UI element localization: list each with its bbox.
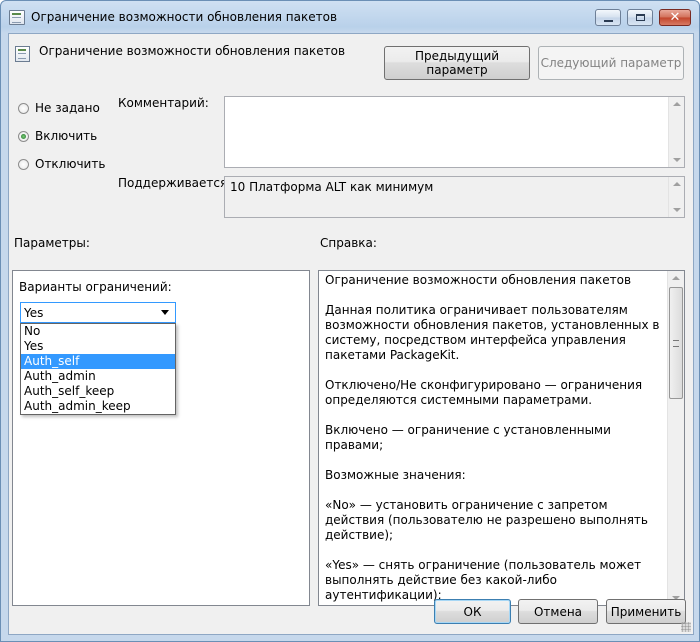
restriction-dropdown-list: No Yes Auth_self Auth_admin Auth_self_ke…: [20, 323, 176, 415]
comment-field[interactable]: [224, 96, 685, 168]
help-text: Ограничение возможности обновления пакет…: [325, 273, 660, 602]
combo-label: Варианты ограничений:: [19, 280, 172, 294]
previous-setting-button[interactable]: Предыдущий параметр: [384, 46, 530, 80]
comment-label: Комментарий:: [118, 96, 209, 110]
cancel-button[interactable]: Отмена: [518, 599, 598, 624]
policy-dialog-window: Ограничение возможности обновления пакет…: [0, 0, 700, 642]
window-title: Ограничение возможности обновления пакет…: [31, 10, 338, 24]
help-section-label: Справка:: [320, 236, 377, 250]
policy-settings-icon: [9, 10, 25, 25]
close-icon: ✕: [669, 10, 681, 25]
minimize-button[interactable]: [595, 9, 621, 26]
resize-grip-icon[interactable]: [681, 622, 691, 632]
help-scrollbar[interactable]: [667, 271, 684, 605]
dropdown-option[interactable]: Auth_admin: [21, 369, 175, 384]
radio-disabled[interactable]: Отключить: [18, 157, 105, 171]
radio-button[interactable]: [18, 158, 29, 170]
close-button[interactable]: ✕: [659, 9, 691, 26]
dropdown-option[interactable]: Auth_admin_keep: [21, 399, 175, 414]
scroll-down-icon[interactable]: [673, 158, 681, 162]
scroll-up-icon[interactable]: [673, 102, 681, 106]
scroll-up-icon[interactable]: [672, 276, 680, 280]
radio-label: Включить: [35, 129, 98, 143]
radio-enabled[interactable]: Включить: [18, 129, 97, 143]
ok-button[interactable]: ОК: [434, 599, 511, 624]
comment-scrollbar[interactable]: [668, 97, 684, 167]
scroll-up-icon[interactable]: [673, 182, 681, 186]
radio-label: Отключить: [35, 157, 106, 171]
restriction-combo[interactable]: Yes: [20, 302, 176, 323]
supported-field: 10 Платформа ALT как минимум: [224, 176, 685, 218]
dropdown-option-highlighted[interactable]: Auth_self: [21, 354, 175, 369]
apply-button[interactable]: Применить: [606, 599, 686, 624]
radio-not-configured[interactable]: Не задано: [18, 101, 100, 115]
scroll-thumb[interactable]: [669, 287, 683, 399]
params-section-label: Параметры:: [14, 236, 90, 250]
radio-label: Не задано: [35, 101, 100, 115]
policy-settings-icon: [15, 46, 30, 62]
minimize-icon: [603, 19, 613, 22]
supported-label: Поддерживается:: [118, 176, 232, 190]
help-panel: Ограничение возможности обновления пакет…: [318, 270, 685, 606]
params-panel: Варианты ограничений: Yes No Yes Auth_se…: [12, 270, 310, 606]
scroll-down-icon[interactable]: [673, 208, 681, 212]
dropdown-option[interactable]: Yes: [21, 339, 175, 354]
maximize-button[interactable]: [627, 9, 653, 26]
title-bar[interactable]: Ограничение возможности обновления пакет…: [1, 1, 699, 33]
dialog-body: Ограничение возможности обновления пакет…: [8, 33, 694, 635]
supported-scrollbar[interactable]: [668, 177, 684, 217]
supported-value: 10 Платформа ALT как минимум: [230, 180, 434, 194]
policy-title: Ограничение возможности обновления пакет…: [39, 44, 346, 58]
dropdown-option[interactable]: No: [21, 324, 175, 339]
chevron-down-icon[interactable]: [161, 310, 169, 315]
combo-value: Yes: [24, 305, 44, 320]
radio-button-checked[interactable]: [18, 130, 29, 142]
dropdown-option[interactable]: Auth_self_keep: [21, 384, 175, 399]
radio-button[interactable]: [18, 102, 29, 114]
next-setting-button[interactable]: Следующий параметр: [538, 46, 684, 80]
maximize-icon: [635, 14, 645, 21]
